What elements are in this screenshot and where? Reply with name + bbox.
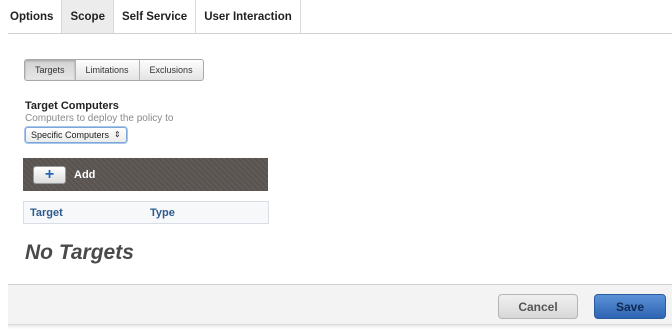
plus-icon: + xyxy=(44,165,55,183)
tab-scope[interactable]: Scope xyxy=(62,0,114,33)
target-computers-label: Target Computers xyxy=(25,100,119,112)
add-button[interactable]: + xyxy=(33,165,66,184)
add-toolbar: + Add xyxy=(23,158,268,191)
scope-segmented-control: Targets Limitations Exclusions xyxy=(24,59,204,81)
target-computers-description: Computers to deploy the policy to xyxy=(25,113,174,124)
targets-table-header: Target Type xyxy=(23,201,269,224)
target-computers-selected-value: Specific Computers xyxy=(31,130,110,140)
tab-options[interactable]: Options xyxy=(8,0,63,33)
tab-self-service[interactable]: Self Service xyxy=(113,0,197,33)
column-header-type[interactable]: Type xyxy=(150,207,175,219)
segment-targets[interactable]: Targets xyxy=(25,60,76,80)
save-button[interactable]: Save xyxy=(594,294,666,319)
target-computers-select[interactable]: Specific Computers ⇕ xyxy=(25,127,127,143)
tab-user-interaction[interactable]: User Interaction xyxy=(196,0,301,33)
scope-panel: Targets Limitations Exclusions Target Co… xyxy=(8,34,672,284)
empty-state-text: No Targets xyxy=(25,241,134,264)
policy-tab-bar: Options Scope Self Service User Interact… xyxy=(8,0,672,34)
cancel-button[interactable]: Cancel xyxy=(498,294,578,319)
add-label: Add xyxy=(74,168,96,181)
footer-bar: Cancel Save xyxy=(8,284,672,325)
select-arrows-icon: ⇕ xyxy=(114,130,121,139)
segment-limitations[interactable]: Limitations xyxy=(76,60,140,80)
column-header-target[interactable]: Target xyxy=(30,207,63,219)
window-shadow xyxy=(8,324,672,329)
segment-exclusions[interactable]: Exclusions xyxy=(140,60,203,80)
